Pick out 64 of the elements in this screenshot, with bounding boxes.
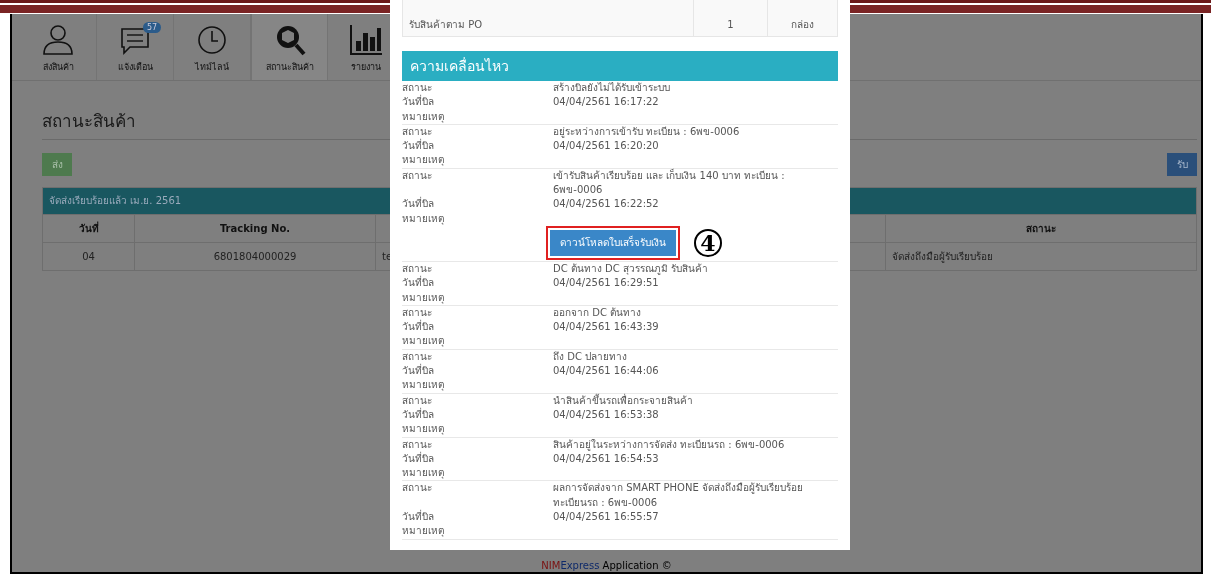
field-label: สถานะ: [402, 305, 433, 319]
field-value: 04/04/2561 16:29:51: [553, 276, 660, 291]
field-label: วันที่บิล: [402, 510, 435, 524]
field-label: สถานะ: [402, 168, 433, 183]
column-header: วันที่: [43, 214, 135, 242]
field-label: วันที่บิล: [402, 139, 435, 154]
table-cell: 04: [43, 242, 135, 270]
field-value: 04/04/2561 16:53:38: [553, 407, 660, 422]
step-number: 4: [694, 228, 722, 257]
field-value: 04/04/2561 16:17:22: [553, 95, 660, 110]
person-icon: [41, 23, 75, 57]
footer-text: NIMExpress Application ©: [540, 560, 673, 571]
notification-badge: 57: [143, 22, 162, 33]
field-label: วันที่บิล: [402, 407, 435, 422]
field-value: 04/04/2561 16:55:57: [553, 510, 660, 524]
field-label: สถานะ: [402, 437, 433, 451]
section-header: ความเคลื่อนไหว: [402, 51, 838, 81]
field-label: วันที่บิล: [402, 451, 435, 466]
table-cell: กล่อง: [767, 0, 837, 36]
field-label: วันที่บิล: [402, 197, 435, 212]
field-value: 04/04/2561 16:20:20: [553, 139, 660, 154]
field-label: สถานะ: [402, 349, 433, 363]
field-label: หมายเหตุ: [402, 378, 445, 393]
field-value: 04/04/2561 16:54:53: [553, 451, 660, 466]
nav-tab[interactable]: 57 แจ้งเตือน: [97, 14, 174, 80]
nav-tab[interactable]: ส่งสินค้า: [20, 14, 97, 80]
field-label: วันที่บิล: [402, 276, 435, 291]
field-label: วันที่บิล: [402, 95, 435, 110]
field-value: นำสินค้าขึ้นรถเพื่อกระจายสินค้า: [553, 393, 694, 408]
field-label: หมายเหตุ: [402, 153, 445, 168]
field-value: ออกจาก DC ต้นทาง: [553, 305, 643, 320]
table-cell: จัดส่งถึงมือผู้รับเรียบร้อย: [886, 242, 1196, 270]
receive-button[interactable]: รับ: [1167, 153, 1197, 176]
field-label: หมายเหตุ: [402, 422, 445, 437]
field-label: หมายเหตุ: [402, 211, 445, 226]
table-cell: 6801804000029: [135, 242, 376, 270]
field-label: สถานะ: [402, 481, 433, 496]
send-button[interactable]: ส่ง: [42, 153, 72, 176]
field-label: สถานะ: [402, 393, 433, 407]
table-cell: 1: [693, 0, 767, 36]
field-label: หมายเหตุ: [402, 524, 445, 539]
field-value: ผลการจัดส่งจาก SMART PHONE จัดส่งถึงมือผู้รับเรียบร้อย ทะเบียนรถ : 6พข-0006: [553, 481, 804, 510]
field-value: อยู่ระหว่างการเข้ารับ ทะเบียน : 6พข-0006: [553, 124, 741, 140]
field-label: หมายเหตุ: [402, 334, 445, 349]
field-label: หมายเหตุ: [402, 109, 445, 124]
field-label: วันที่บิล: [402, 320, 435, 335]
field-label: วันที่บิล: [402, 364, 435, 379]
field-label: สถานะ: [402, 81, 433, 94]
field-label: หมายเหตุ: [402, 290, 445, 305]
field-label: สถานะ: [402, 124, 433, 138]
field-value: 04/04/2561 16:22:52: [553, 197, 660, 212]
bar-chart-icon: [349, 23, 383, 57]
nav-tab[interactable]: สถานะสินค้า: [251, 14, 328, 80]
field-value: 04/04/2561 16:44:06: [553, 364, 660, 379]
clock-icon: [195, 23, 229, 57]
download-receipt-button[interactable]: ดาวน์โหลดใบเสร็จรับเงิน: [550, 229, 676, 256]
field-value: ถึง DC ปลายทาง: [553, 349, 629, 364]
table-cell-text: รับสินค้าตาม PO: [408, 17, 484, 32]
field-value: 04/04/2561 16:43:39: [553, 320, 660, 335]
field-value: สร้างบิลยังไม่ได้รับเข้าระบบ: [553, 81, 671, 95]
column-header: Tracking No.: [135, 214, 376, 242]
field-value: สินค้าอยู่ในระหว่างการจัดส่ง ทะเบียนรถ : 6พข-0006: [553, 437, 786, 452]
field-label: หมายเหตุ: [402, 466, 445, 481]
column-header: สถานะ: [886, 214, 1196, 242]
